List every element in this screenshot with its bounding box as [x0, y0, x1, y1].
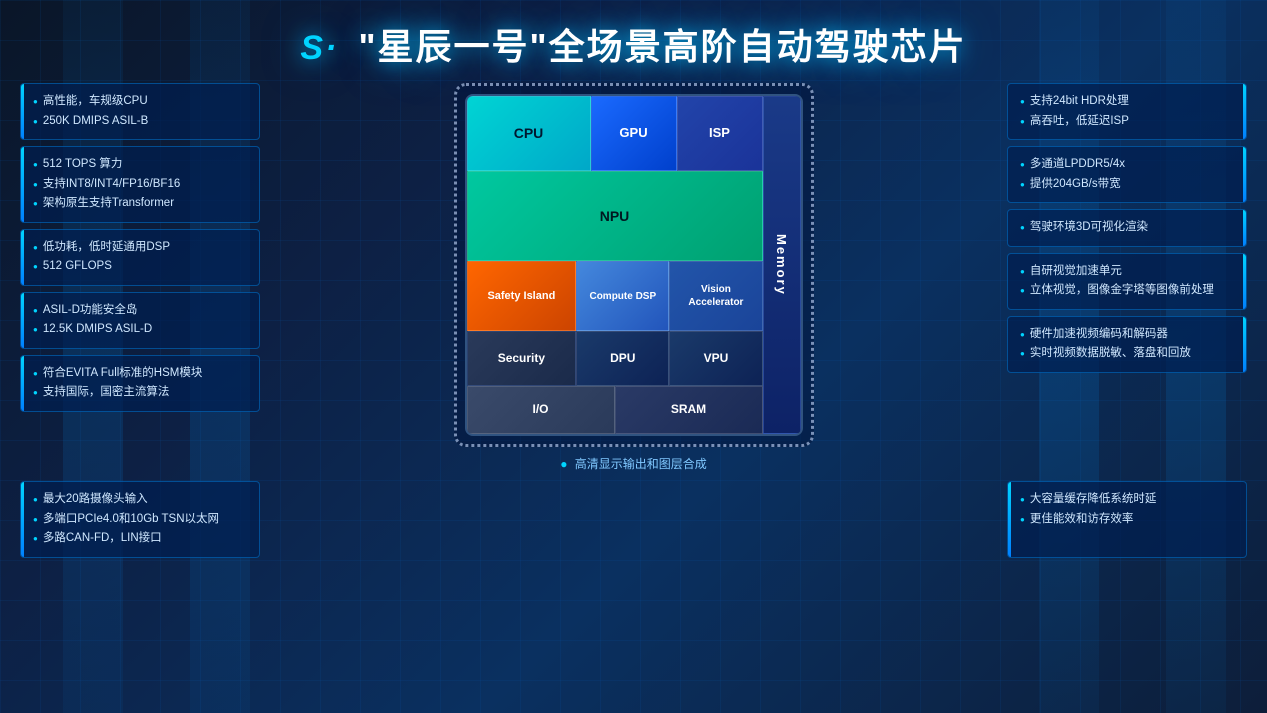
security-label: Security	[498, 351, 545, 367]
right-panel: 支持24bit HDR处理 高吞吐，低延迟ISP 多通道LPDDR5/4x 提供…	[1007, 83, 1247, 373]
chip-vpu-block: VPU	[669, 331, 762, 386]
chip-security-row: Security DPU VPU	[467, 331, 763, 386]
right-info-line: 立体视觉，图像金字塔等图像前处理	[1020, 281, 1234, 301]
main-layout: 高性能，车规级CPU 250K DMIPS ASIL-B 512 TOPS 算力…	[0, 78, 1267, 477]
chip-safety-block: Safety Island	[467, 261, 577, 331]
left-info-line: 512 TOPS 算力	[33, 155, 247, 175]
chip-dpu-block: DPU	[576, 331, 669, 386]
safety-island-label: Safety Island	[487, 289, 555, 303]
right-info-line: 硬件加速视频编码和解码器	[1020, 325, 1234, 345]
title-text-content: "星辰一号"全场景高阶自动驾驶芯片	[358, 26, 966, 67]
chip-isp-block: ISP	[677, 96, 763, 171]
chip-io-row: I/O SRAM	[467, 386, 763, 434]
chip-sram-block: SRAM	[615, 386, 763, 434]
isp-label: ISP	[709, 125, 730, 142]
left-info-box-2: 512 TOPS 算力 支持INT8/INT4/FP16/BF16 架构原生支持…	[20, 146, 260, 223]
chip-io-block: I/O	[467, 386, 615, 434]
bottom-right-line: 大容量缓存降低系统时延	[1020, 490, 1234, 510]
bottom-left-box: 最大20路摄像头输入 多端口PCIe4.0和10Gb TSN以太网 多路CAN-…	[20, 481, 260, 558]
bottom-center-caption: 高清显示输出和图层合成	[560, 455, 707, 472]
right-info-line: 自研视觉加速单元	[1020, 262, 1234, 282]
chip-security-block: Security	[467, 331, 577, 386]
right-info-line: 驾驶环境3D可视化渲染	[1020, 218, 1234, 238]
left-info-line: 12.5K DMIPS ASIL-D	[33, 320, 247, 340]
left-info-line: 符合EVITA Full标准的HSM模块	[33, 364, 247, 384]
chip-npu-block: NPU	[467, 171, 763, 261]
gpu-label: GPU	[619, 125, 647, 142]
left-info-line: 架构原生支持Transformer	[33, 194, 247, 214]
bottom-right-line: 更佳能效和访存效率	[1020, 510, 1234, 530]
left-info-box-3: 低功耗，低时延通用DSP 512 GFLOPS	[20, 229, 260, 286]
title-area: S· "星辰一号"全场景高阶自动驾驶芯片	[0, 0, 1267, 78]
page-title: S· "星辰一号"全场景高阶自动驾驶芯片	[300, 26, 966, 67]
cpu-label: CPU	[514, 124, 544, 142]
left-info-line: 高性能，车规级CPU	[33, 92, 247, 112]
chip-npu-row: NPU	[467, 171, 763, 261]
left-info-box-1: 高性能，车规级CPU 250K DMIPS ASIL-B	[20, 83, 260, 140]
bottom-left-line: 多路CAN-FD，LIN接口	[33, 529, 247, 549]
right-info-box-4: 自研视觉加速单元 立体视觉，图像金字塔等图像前处理	[1007, 253, 1247, 310]
left-info-line: 512 GFLOPS	[33, 257, 247, 277]
left-info-box-4: ASIL-D功能安全岛 12.5K DMIPS ASIL-D	[20, 292, 260, 349]
left-info-line: 支持INT8/INT4/FP16/BF16	[33, 175, 247, 195]
chip-cpu-block: CPU	[467, 96, 591, 171]
bottom-right-box: 大容量缓存降低系统时延 更佳能效和访存效率	[1007, 481, 1247, 558]
io-label: I/O	[532, 402, 548, 418]
right-info-line: 高吞吐，低延迟ISP	[1020, 112, 1234, 132]
right-info-line: 支持24bit HDR处理	[1020, 92, 1234, 112]
npu-label: NPU	[600, 207, 630, 225]
vpu-label: VPU	[704, 351, 729, 367]
chip-outer-border: CPU GPU ISP	[454, 83, 814, 447]
bottom-center-text: 高清显示输出和图层合成	[575, 457, 707, 471]
right-info-box-1: 支持24bit HDR处理 高吞吐，低延迟ISP	[1007, 83, 1247, 140]
chip-memory-block: Memory	[763, 96, 801, 434]
chip-vision-acc-block: Vision Accelerator	[669, 261, 762, 331]
bottom-left-line: 最大20路摄像头输入	[33, 490, 247, 510]
chip-top-row: CPU GPU ISP	[467, 96, 763, 171]
chip-safety-row: Safety Island Compute DSP Vision Acceler…	[467, 261, 763, 331]
memory-label: Memory	[774, 234, 789, 296]
left-info-box-5: 符合EVITA Full标准的HSM模块 支持国际，国密主流算法	[20, 355, 260, 412]
right-info-line: 提供204GB/s带宽	[1020, 175, 1234, 195]
right-info-line: 多通道LPDDR5/4x	[1020, 155, 1234, 175]
left-info-line: 低功耗，低时延通用DSP	[33, 238, 247, 258]
sram-label: SRAM	[671, 402, 706, 418]
bottom-left-line: 多端口PCIe4.0和10Gb TSN以太网	[33, 510, 247, 530]
bottom-center-area	[260, 481, 1007, 558]
right-info-box-3: 驾驶环境3D可视化渲染	[1007, 209, 1247, 247]
chip-wrapper: CPU GPU ISP	[454, 83, 814, 447]
chip-gpu-block: GPU	[591, 96, 677, 171]
left-info-line: 250K DMIPS ASIL-B	[33, 112, 247, 132]
left-info-line: ASIL-D功能安全岛	[33, 301, 247, 321]
chip-inner: CPU GPU ISP	[465, 94, 803, 436]
compute-dsp-label: Compute DSP	[589, 290, 656, 303]
chip-row-1: CPU GPU ISP	[467, 96, 801, 434]
chip-compute-dsp-block: Compute DSP	[576, 261, 669, 331]
right-info-box-5: 硬件加速视频编码和解码器 实时视频数据脱敏、落盘和回放	[1007, 316, 1247, 373]
left-info-line: 支持国际，国密主流算法	[33, 383, 247, 403]
bottom-row: 最大20路摄像头输入 多端口PCIe4.0和10Gb TSN以太网 多路CAN-…	[0, 477, 1267, 558]
dpu-label: DPU	[610, 351, 635, 367]
left-panel: 高性能，车规级CPU 250K DMIPS ASIL-B 512 TOPS 算力…	[20, 83, 260, 412]
chip-area: CPU GPU ISP	[270, 83, 997, 472]
right-info-line: 实时视频数据脱敏、落盘和回放	[1020, 344, 1234, 364]
logo-icon: S·	[300, 29, 338, 67]
vision-acc-label: Vision Accelerator	[674, 283, 757, 309]
right-info-box-2: 多通道LPDDR5/4x 提供204GB/s带宽	[1007, 146, 1247, 203]
